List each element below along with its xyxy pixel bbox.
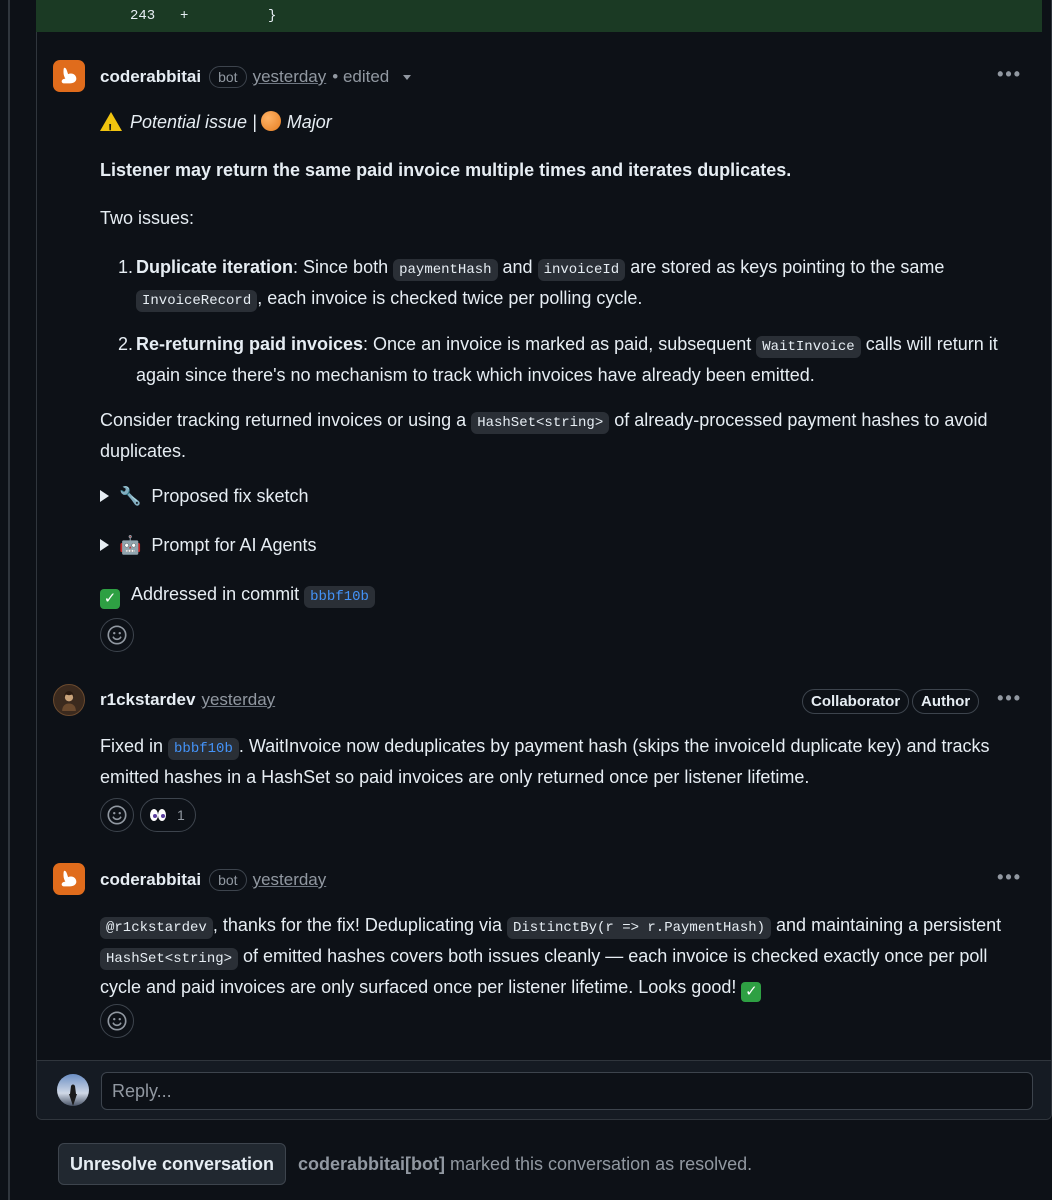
- triangle-right-icon: [100, 539, 109, 551]
- code-span: HashSet<string>: [100, 948, 239, 970]
- wrench-icon: 🔧: [119, 486, 142, 506]
- rabbit-icon: [61, 67, 77, 84]
- code-span: invoiceId: [537, 259, 626, 281]
- comment-body: Fixed in bbbf10b. WaitInvoice now dedupl…: [100, 736, 990, 787]
- smiley-icon: [107, 625, 127, 645]
- intro-text: Two issues:: [100, 208, 195, 228]
- reaction-count: 1: [177, 807, 185, 823]
- kebab-menu-icon[interactable]: •••: [997, 867, 1022, 888]
- smiley-icon: [107, 1011, 127, 1031]
- robot-icon: 🤖: [119, 535, 142, 555]
- issue-label: Potential issue |Major: [100, 108, 1020, 143]
- rabbit-avatar[interactable]: [53, 60, 85, 92]
- code-span: WaitInvoice: [756, 336, 861, 358]
- bot-badge: bot: [209, 869, 247, 891]
- mention[interactable]: @r1ckstardev: [100, 917, 213, 939]
- details-ai-prompt[interactable]: 🤖 Prompt for AI Agents: [100, 531, 317, 559]
- collaborator-badge: Collaborator: [802, 689, 910, 714]
- timeline-line: [8, 0, 10, 1200]
- comment-author[interactable]: coderabbitai: [100, 870, 201, 890]
- smiley-icon: [107, 805, 127, 825]
- diff-added-line: 243 + }: [36, 0, 1042, 32]
- eyes-icon: [150, 809, 166, 821]
- person-icon: [69, 1084, 77, 1106]
- kebab-menu-icon[interactable]: •••: [997, 64, 1022, 85]
- consider-text: Consider tracking returned invoices or u…: [100, 410, 988, 461]
- check-mark-icon: ✓: [100, 589, 120, 609]
- code-span: InvoiceRecord: [136, 290, 258, 312]
- add-reaction-button[interactable]: [100, 798, 134, 832]
- comment-header: coderabbitai bot yesterday • edited: [100, 66, 412, 88]
- triangle-right-icon: [100, 490, 109, 502]
- comment-body: Potential issue |Major Listener may retu…: [100, 108, 1020, 648]
- addressed-line: ✓ Addressed in commit bbbf10b: [100, 580, 1020, 611]
- code-span: HashSet<string>: [471, 412, 610, 434]
- comment-author[interactable]: coderabbitai: [100, 67, 201, 87]
- chevron-down-icon[interactable]: [403, 74, 412, 80]
- comment-body: @r1ckstardev, thanks for the fix! Dedupl…: [100, 915, 1002, 1002]
- comment-timestamp[interactable]: yesterday: [253, 870, 327, 890]
- details-proposed-fix[interactable]: 🔧 Proposed fix sketch: [100, 482, 309, 510]
- code-span: DistinctBy(r => r.PaymentHash): [506, 917, 772, 939]
- rabbit-icon: [61, 870, 77, 887]
- current-user-avatar: [57, 1074, 89, 1106]
- eyes-reaction[interactable]: 1: [140, 798, 196, 832]
- diff-code: }: [268, 8, 277, 24]
- add-reaction-button[interactable]: [100, 1004, 134, 1038]
- comment-title: Listener may return the same paid invoic…: [100, 160, 792, 180]
- line-number: 243: [130, 8, 156, 24]
- add-reaction-button[interactable]: [100, 618, 134, 652]
- check-mark-icon: ✓: [741, 982, 762, 1002]
- comment-header: r1ckstardev yesterday: [100, 690, 275, 710]
- bot-badge: bot: [209, 66, 247, 88]
- comment-timestamp[interactable]: yesterday: [201, 690, 275, 710]
- edited-label[interactable]: • edited: [332, 67, 389, 87]
- commit-link[interactable]: bbbf10b: [304, 586, 375, 608]
- user-avatar[interactable]: [53, 684, 85, 716]
- comment-header: coderabbitai bot yesterday: [100, 869, 326, 891]
- rabbit-avatar[interactable]: [53, 863, 85, 895]
- comment-author[interactable]: r1ckstardev: [100, 690, 195, 710]
- reply-area: Reply...: [37, 1061, 1051, 1119]
- resolved-by[interactable]: coderabbitai[bot]: [298, 1154, 445, 1174]
- unresolve-conversation-button[interactable]: Unresolve conversation: [58, 1143, 286, 1185]
- comment-timestamp[interactable]: yesterday: [253, 67, 327, 87]
- author-badge: Author: [912, 689, 980, 714]
- reply-input[interactable]: Reply...: [101, 1072, 1033, 1110]
- warning-icon: [100, 112, 122, 143]
- resolved-status-text: coderabbitai[bot] marked this conversati…: [298, 1154, 753, 1174]
- diff-sign: +: [180, 8, 189, 24]
- code-span: paymentHash: [393, 259, 498, 281]
- orange-circle-icon: [260, 111, 281, 131]
- person-icon: [62, 691, 76, 711]
- commit-link[interactable]: bbbf10b: [168, 738, 239, 760]
- kebab-menu-icon[interactable]: •••: [997, 688, 1022, 709]
